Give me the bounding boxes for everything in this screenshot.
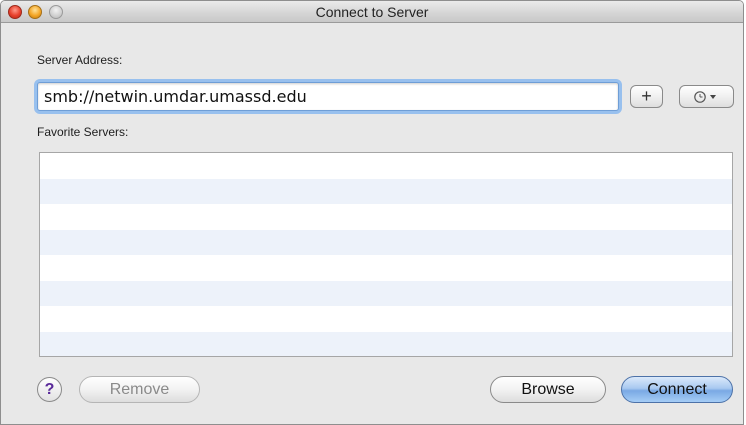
title-bar: Connect to Server	[1, 1, 743, 23]
server-address-input[interactable]	[37, 82, 619, 111]
list-item[interactable]	[40, 229, 732, 255]
chevron-down-icon	[709, 94, 716, 99]
favorite-servers-list[interactable]	[39, 152, 733, 357]
connect-button[interactable]: Connect	[621, 376, 733, 403]
connect-to-server-window: Connect to Server Server Address: + Favo…	[0, 0, 744, 425]
add-to-favorites-button[interactable]: +	[630, 85, 663, 108]
list-item[interactable]	[40, 204, 732, 230]
list-item[interactable]	[40, 255, 732, 281]
window-title: Connect to Server	[315, 4, 429, 20]
list-item[interactable]	[40, 306, 732, 332]
remove-button[interactable]: Remove	[79, 376, 200, 403]
plus-icon: +	[641, 86, 652, 106]
recent-servers-button[interactable]	[679, 85, 734, 108]
list-item[interactable]	[40, 178, 732, 204]
help-button[interactable]: ?	[37, 377, 62, 402]
help-icon: ?	[44, 380, 55, 398]
list-item[interactable]	[40, 153, 732, 179]
server-address-label: Server Address:	[37, 53, 123, 67]
list-item[interactable]	[40, 331, 732, 356]
favorite-servers-label: Favorite Servers:	[37, 125, 129, 139]
browse-button[interactable]: Browse	[490, 376, 606, 403]
list-item[interactable]	[40, 280, 732, 306]
clock-icon	[693, 90, 716, 103]
